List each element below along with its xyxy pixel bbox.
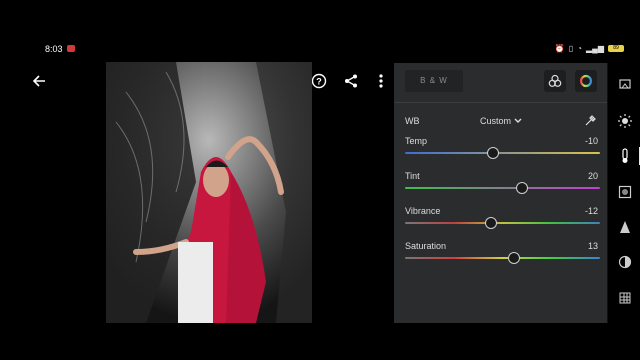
photo-preview[interactable]	[106, 62, 312, 323]
battery-icon: 89	[608, 45, 624, 52]
status-icons: ⏰ ▯ ◔ ▂▄▆ 89	[555, 44, 624, 53]
chevron-down-icon	[514, 118, 522, 123]
slider-label: Tint	[405, 171, 420, 181]
presets-icon[interactable]	[616, 75, 634, 93]
vibrate-icon: ▯	[568, 44, 574, 53]
slider-knob[interactable]	[508, 252, 521, 264]
bw-button[interactable]: B & W	[405, 70, 463, 92]
slider-value: -12	[584, 206, 598, 216]
color-panel: B & W WB Custom Temp -10 Tint 20 Vibranc…	[394, 63, 608, 323]
wb-label: WB	[405, 116, 420, 126]
alarm-icon: ⏰	[554, 44, 565, 53]
status-time: 8:03	[45, 44, 63, 54]
status-bar: 8:03 ⏰ ▯ ◔ ▂▄▆ 89	[0, 0, 640, 60]
geometry-icon[interactable]	[616, 289, 634, 307]
svg-text:?: ?	[316, 77, 322, 87]
tint-slider[interactable]: Tint 20	[405, 171, 600, 201]
wb-value: Custom	[480, 116, 512, 126]
optics-icon[interactable]	[616, 253, 634, 271]
vibrance-slider[interactable]: Vibrance -12	[405, 206, 600, 236]
color-mix-icon[interactable]	[544, 70, 566, 92]
wb-dropdown[interactable]: Custom	[480, 116, 522, 126]
detail-icon[interactable]	[616, 218, 634, 236]
slider-track[interactable]	[405, 257, 600, 259]
slider-track[interactable]	[405, 152, 600, 154]
eyedropper-icon[interactable]	[584, 114, 596, 132]
slider-track[interactable]	[405, 187, 600, 189]
light-icon[interactable]	[616, 112, 634, 130]
temp-slider[interactable]: Temp -10	[405, 136, 600, 166]
slider-label: Saturation	[405, 241, 447, 251]
screen-record-icon	[67, 45, 75, 52]
share-icon[interactable]	[340, 70, 362, 92]
slider-track[interactable]	[405, 222, 600, 224]
signal-icon: ▂▄▆	[586, 44, 604, 53]
slider-label: Temp	[405, 136, 428, 146]
saturation-slider[interactable]: Saturation 13	[405, 241, 600, 271]
slider-knob[interactable]	[484, 217, 497, 229]
slider-knob[interactable]	[516, 182, 528, 194]
slider-label: Vibrance	[405, 206, 441, 216]
slider-value: 20	[587, 171, 598, 181]
wifi-icon: ◔	[577, 44, 583, 53]
slider-value: -10	[584, 136, 598, 146]
effects-icon[interactable]	[616, 183, 634, 201]
edit-toolbar	[610, 63, 640, 323]
back-arrow-icon[interactable]	[28, 70, 50, 92]
slider-knob[interactable]	[486, 147, 499, 159]
more-vertical-icon[interactable]	[370, 70, 392, 92]
slider-value: 13	[587, 241, 598, 251]
color-grading-icon[interactable]	[575, 70, 597, 92]
color-thermometer-icon[interactable]	[616, 147, 634, 165]
panel-divider	[394, 102, 607, 103]
